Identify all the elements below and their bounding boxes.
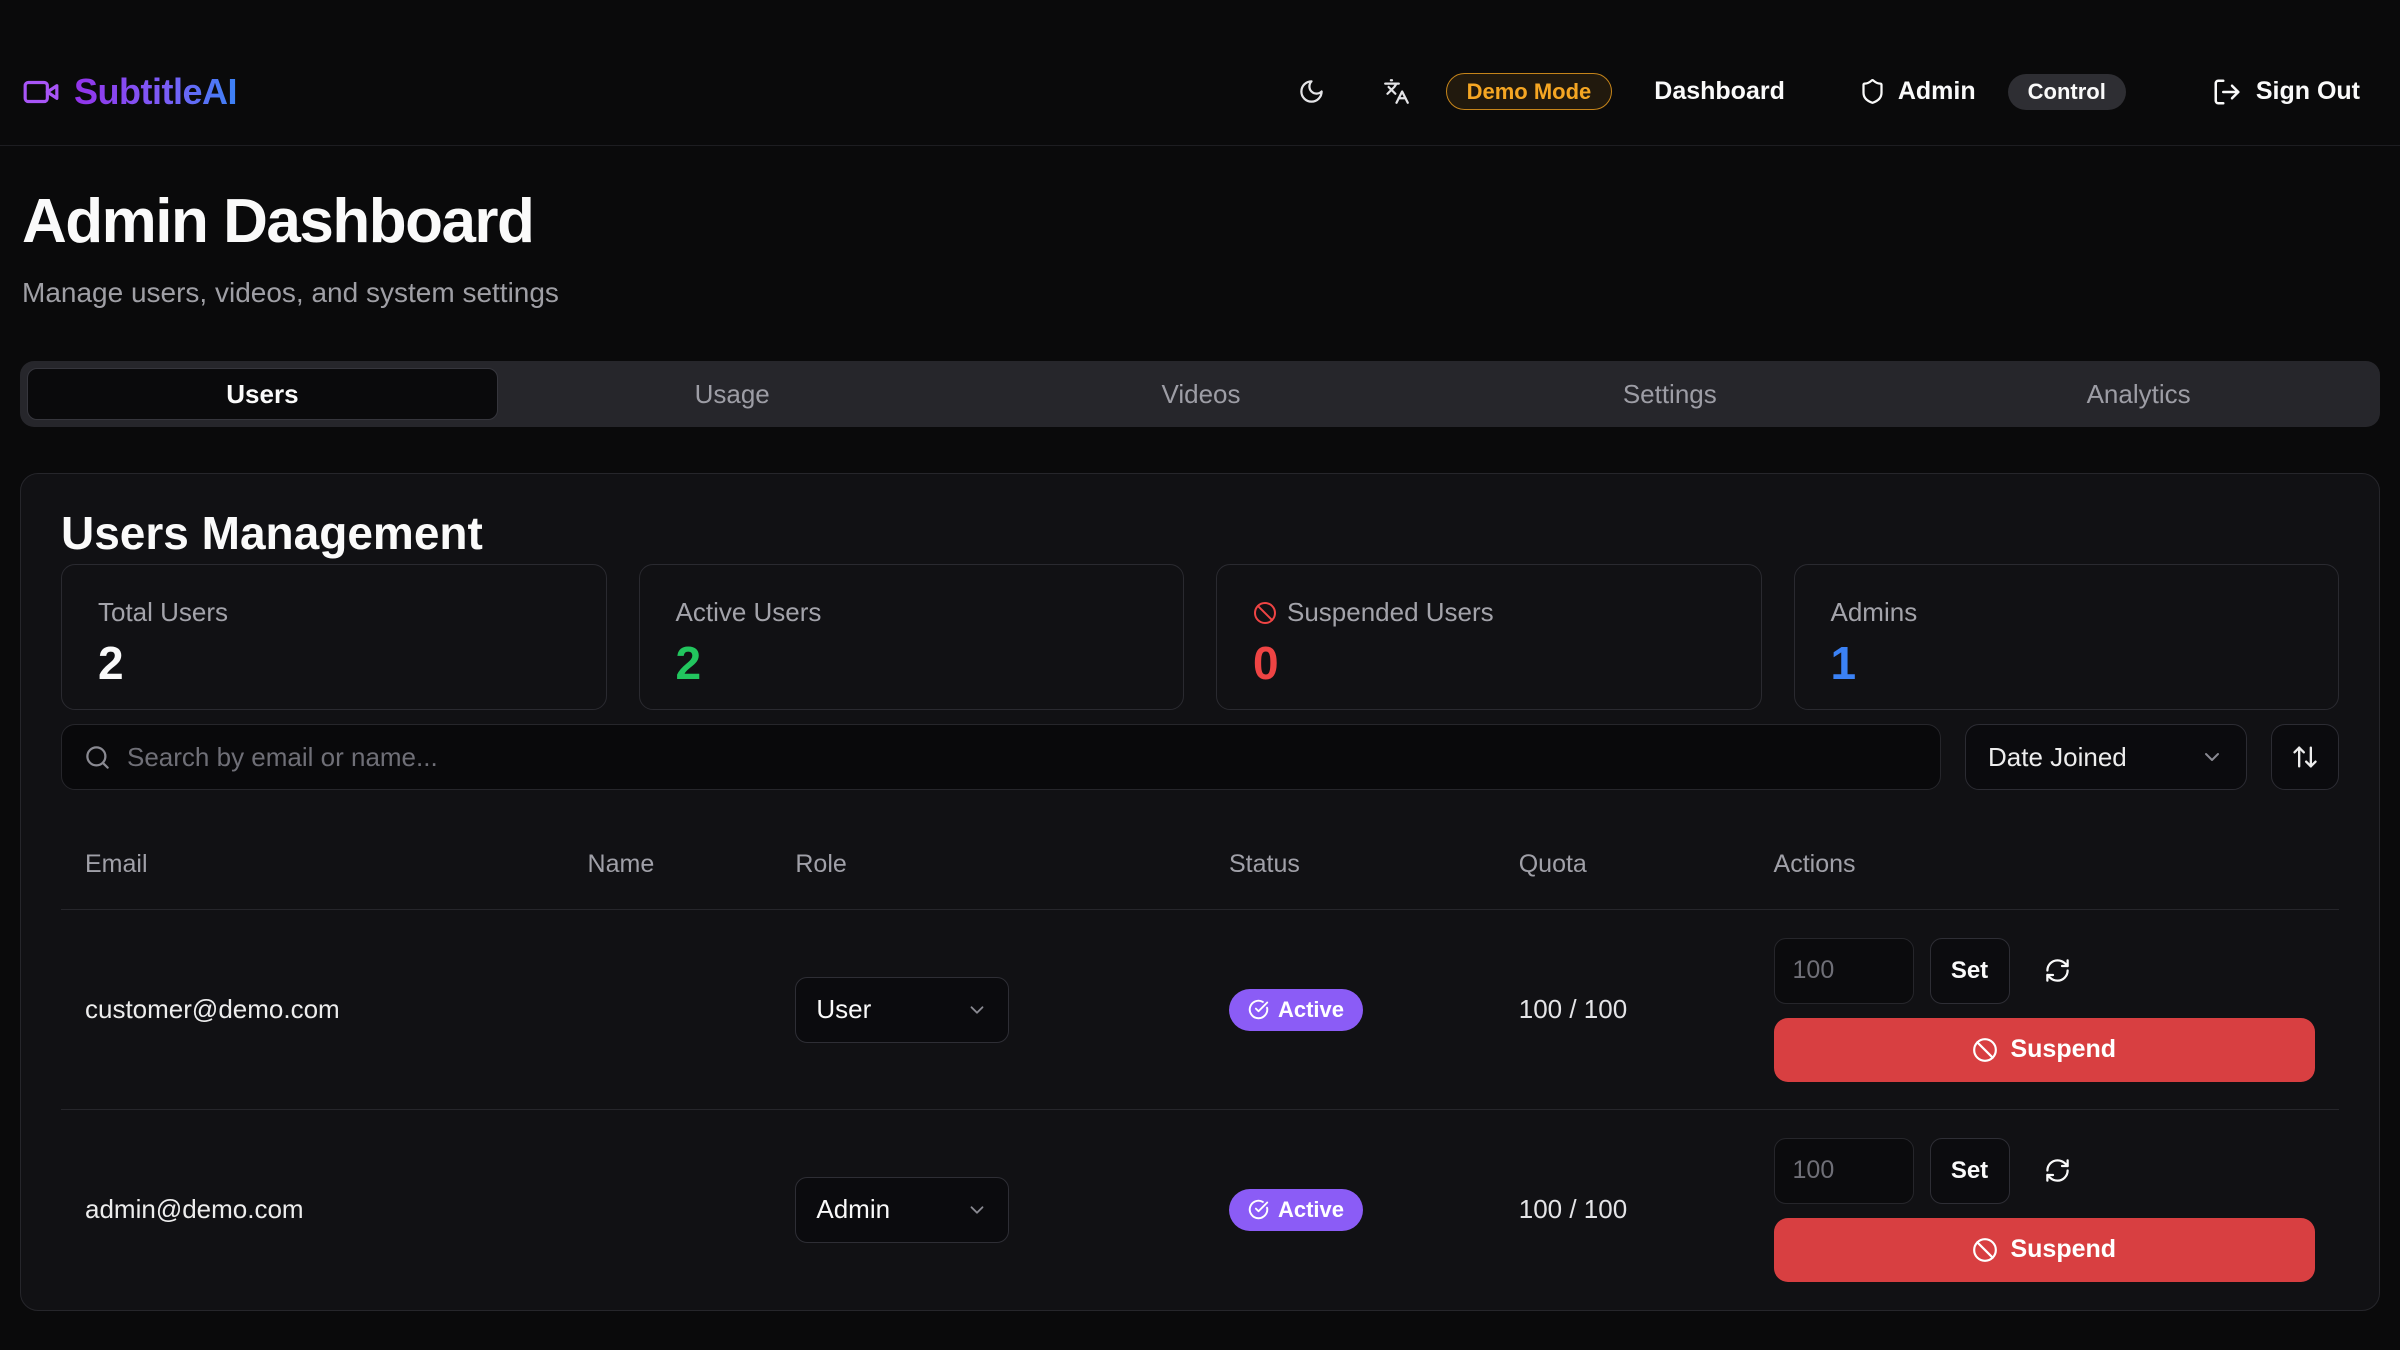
role-value: Admin bbox=[816, 1194, 890, 1225]
sign-out-label: Sign Out bbox=[2256, 77, 2360, 106]
suspend-label: Suspend bbox=[2010, 1035, 2116, 1064]
user-email: customer@demo.com bbox=[61, 994, 564, 1025]
tab-usage[interactable]: Usage bbox=[498, 368, 967, 420]
refresh-quota-button[interactable] bbox=[2044, 957, 2071, 984]
role-select[interactable]: User bbox=[795, 977, 1009, 1043]
refresh-icon bbox=[2044, 957, 2071, 984]
user-quota: 100 / 100 bbox=[1495, 994, 1750, 1025]
users-management-card: Users Management Total Users 2 Active Us… bbox=[20, 473, 2380, 1311]
page-header: Admin Dashboard Manage users, videos, an… bbox=[0, 146, 2400, 309]
page-title: Admin Dashboard bbox=[22, 186, 2378, 257]
row-actions: Set Suspend bbox=[1774, 938, 2315, 1082]
quota-input[interactable] bbox=[1774, 938, 1914, 1004]
col-header-status: Status bbox=[1205, 850, 1495, 879]
status-badge: Active bbox=[1229, 1189, 1363, 1231]
tab-analytics[interactable]: Analytics bbox=[1904, 368, 2373, 420]
video-camera-icon bbox=[22, 73, 60, 111]
chevron-down-icon bbox=[2200, 745, 2224, 769]
tab-videos[interactable]: Videos bbox=[967, 368, 1436, 420]
theme-toggle-button[interactable] bbox=[1298, 78, 1325, 105]
status-badge: Active bbox=[1229, 989, 1363, 1031]
stat-label: Active Users bbox=[676, 597, 822, 628]
languages-icon bbox=[1383, 78, 1410, 105]
stat-label: Admins bbox=[1831, 597, 1918, 628]
stats-row: Total Users 2 Active Users 2 Suspended U… bbox=[61, 564, 2339, 710]
table-header-row: Email Name Role Status Quota Actions bbox=[61, 790, 2339, 909]
search-input[interactable] bbox=[127, 742, 1918, 773]
circle-check-icon bbox=[1248, 999, 1269, 1020]
role-value: User bbox=[816, 994, 871, 1025]
col-header-actions: Actions bbox=[1750, 850, 2339, 879]
sort-by-value: Date Joined bbox=[1988, 742, 2127, 773]
shield-icon bbox=[1859, 78, 1886, 105]
set-quota-button[interactable]: Set bbox=[1930, 1138, 2010, 1204]
search-icon bbox=[84, 744, 111, 771]
brand-name: SubtitleAI bbox=[74, 71, 237, 113]
suspend-label: Suspend bbox=[2010, 1235, 2116, 1264]
sort-by-select[interactable]: Date Joined bbox=[1965, 724, 2247, 790]
ban-icon bbox=[1253, 601, 1277, 625]
language-button[interactable] bbox=[1383, 78, 1410, 105]
suspend-button[interactable]: Suspend bbox=[1774, 1018, 2315, 1082]
admin-label: Admin bbox=[1898, 77, 1976, 106]
stat-value: 0 bbox=[1253, 636, 1725, 690]
ban-icon bbox=[1972, 1237, 1998, 1263]
tab-settings[interactable]: Settings bbox=[1435, 368, 1904, 420]
col-header-role: Role bbox=[771, 850, 1205, 879]
stat-card-admins: Admins 1 bbox=[1794, 564, 2340, 710]
refresh-icon bbox=[2044, 1157, 2071, 1184]
refresh-quota-button[interactable] bbox=[2044, 1157, 2071, 1184]
tab-users[interactable]: Users bbox=[27, 368, 498, 420]
suspend-button[interactable]: Suspend bbox=[1774, 1218, 2315, 1282]
arrow-up-down-icon bbox=[2291, 743, 2319, 771]
circle-check-icon bbox=[1248, 1199, 1269, 1220]
user-quota: 100 / 100 bbox=[1495, 1194, 1750, 1225]
quota-input[interactable] bbox=[1774, 1138, 1914, 1204]
role-select[interactable]: Admin bbox=[795, 1177, 1009, 1243]
top-nav: SubtitleAI Demo Mode Dashboard Admin Con… bbox=[0, 0, 2400, 146]
row-actions: Set Suspend bbox=[1774, 1138, 2315, 1282]
stat-label: Total Users bbox=[98, 597, 228, 628]
stat-value: 2 bbox=[98, 636, 570, 690]
status-label: Active bbox=[1278, 1197, 1344, 1223]
control-badge: Control bbox=[2008, 74, 2126, 110]
chevron-down-icon bbox=[966, 1199, 988, 1221]
col-header-email: Email bbox=[61, 850, 564, 879]
dashboard-link[interactable]: Dashboard bbox=[1654, 77, 1785, 106]
stat-label: Suspended Users bbox=[1287, 597, 1494, 628]
moon-icon bbox=[1298, 78, 1325, 105]
ban-icon bbox=[1972, 1037, 1998, 1063]
search-box bbox=[61, 724, 1941, 790]
status-label: Active bbox=[1278, 997, 1344, 1023]
table-row: customer@demo.com User Active 100 / 100 bbox=[61, 909, 2339, 1109]
chevron-down-icon bbox=[966, 999, 988, 1021]
tab-bar: Users Usage Videos Settings Analytics bbox=[20, 361, 2380, 427]
sort-order-button[interactable] bbox=[2271, 724, 2339, 790]
stat-card-suspended-users: Suspended Users 0 bbox=[1216, 564, 1762, 710]
stat-card-total-users: Total Users 2 bbox=[61, 564, 607, 710]
stat-value: 2 bbox=[676, 636, 1148, 690]
col-header-quota: Quota bbox=[1495, 850, 1750, 879]
page-subtitle: Manage users, videos, and system setting… bbox=[22, 277, 2378, 309]
brand-logo[interactable]: SubtitleAI bbox=[22, 71, 237, 113]
log-out-icon bbox=[2212, 77, 2242, 107]
user-email: admin@demo.com bbox=[61, 1194, 564, 1225]
stat-card-active-users: Active Users 2 bbox=[639, 564, 1185, 710]
stat-value: 1 bbox=[1831, 636, 2303, 690]
sign-out-button[interactable]: Sign Out bbox=[2212, 77, 2360, 107]
admin-user-indicator: Admin bbox=[1859, 77, 1976, 106]
table-row: admin@demo.com Admin Active 100 / 100 bbox=[61, 1109, 2339, 1309]
col-header-name: Name bbox=[564, 850, 772, 879]
demo-mode-badge: Demo Mode bbox=[1446, 73, 1613, 110]
set-quota-button[interactable]: Set bbox=[1930, 938, 2010, 1004]
section-title: Users Management bbox=[61, 508, 2339, 558]
search-row: Date Joined bbox=[61, 724, 2339, 790]
